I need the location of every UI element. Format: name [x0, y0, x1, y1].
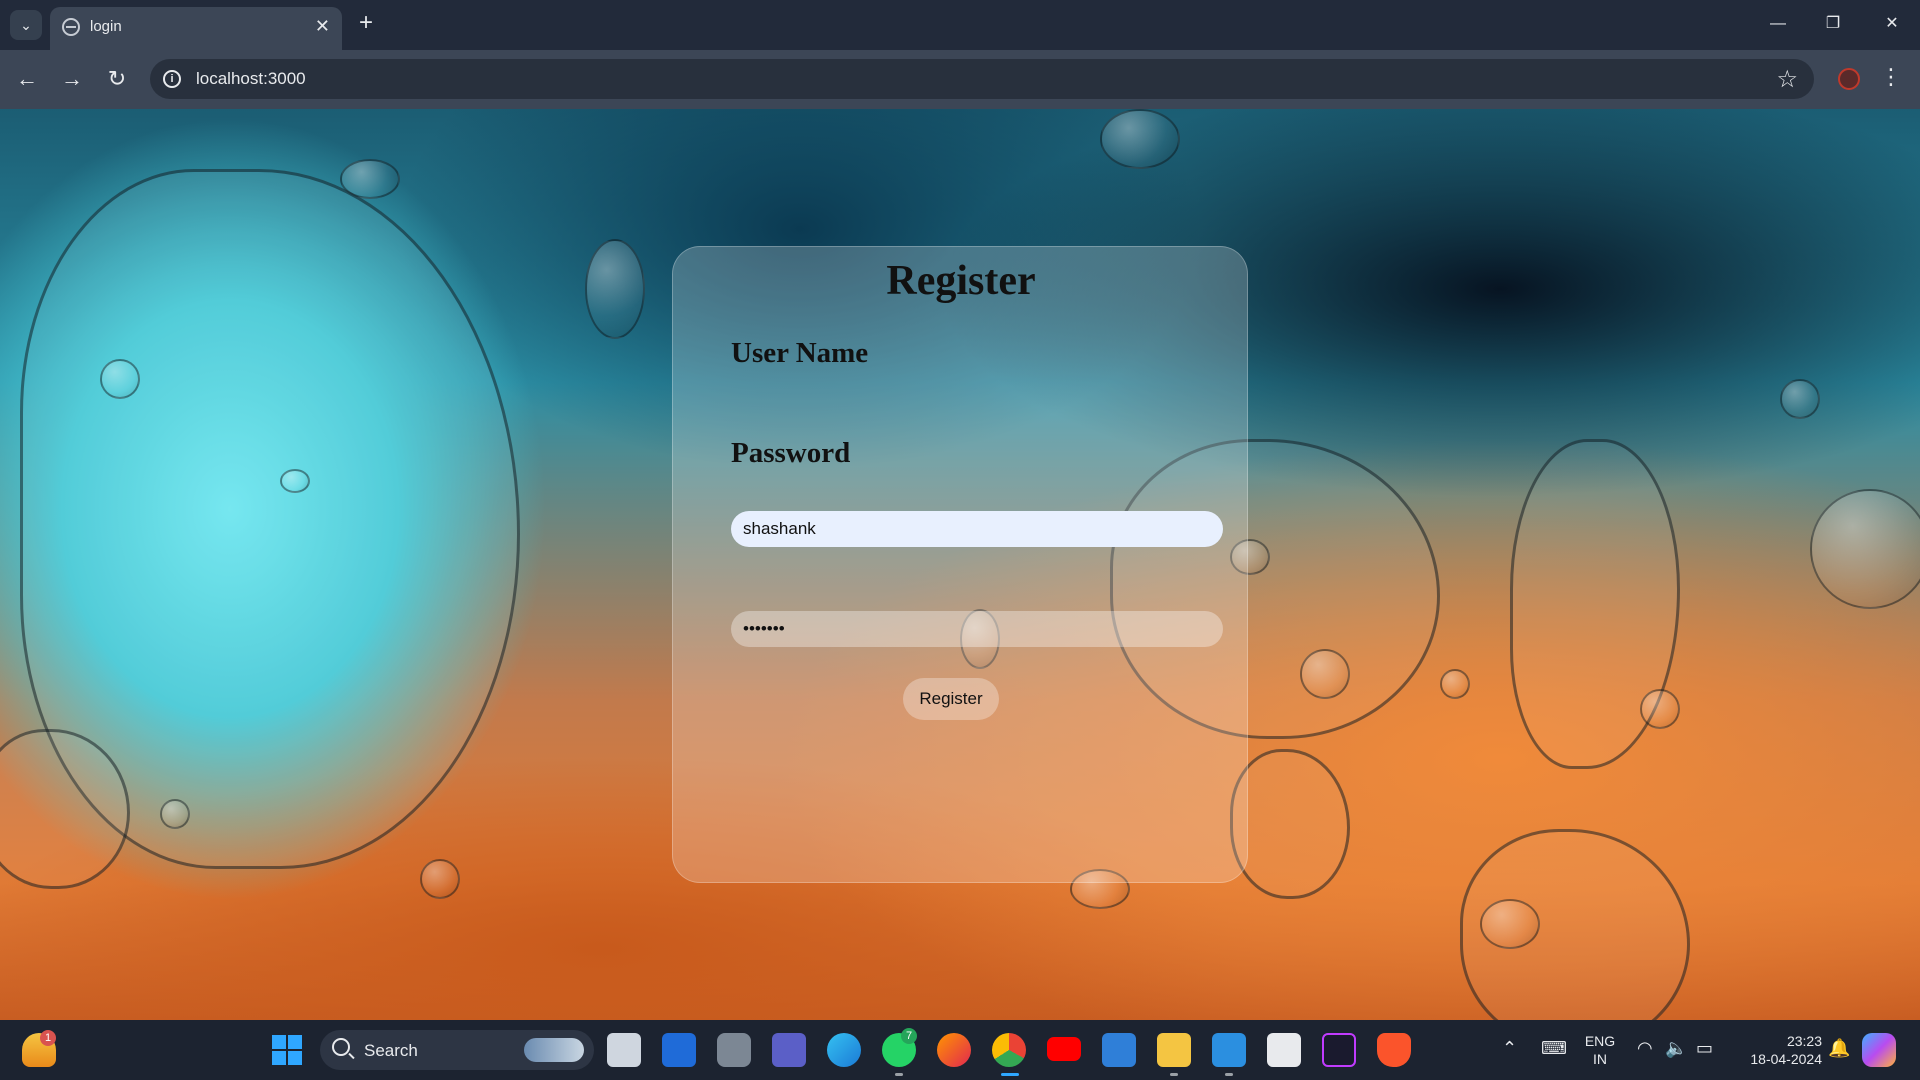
youtube-icon[interactable] [1047, 1037, 1081, 1061]
windows-taskbar: 1 Search 7 ⌃ ⌨ ENG IN ◠ 🔈 ▭ 23:23 18-04-… [0, 1020, 1920, 1080]
teams-icon[interactable] [772, 1033, 806, 1067]
page-title: Register [886, 258, 1036, 304]
background-drop [420, 859, 460, 899]
brave-icon[interactable] [1377, 1033, 1411, 1067]
register-button[interactable]: Register [903, 678, 999, 720]
extension-icon[interactable] [1838, 68, 1860, 90]
background-drop [1300, 649, 1350, 699]
language-indicator[interactable]: ENG IN [1580, 1032, 1620, 1068]
notepad-icon[interactable] [1102, 1033, 1136, 1067]
windows-start-icon[interactable] [272, 1035, 302, 1065]
task-view-icon[interactable] [607, 1033, 641, 1067]
clock-date: 18-04-2024 [1750, 1051, 1822, 1067]
background-drop [1480, 899, 1540, 949]
info-icon[interactable]: i [163, 70, 181, 88]
running-indicator [1170, 1073, 1178, 1076]
restore-button[interactable]: ❐ [1813, 10, 1853, 38]
tab-title: login [90, 18, 122, 35]
new-tab-button[interactable]: + [352, 10, 380, 38]
microsoft-store-icon[interactable] [1267, 1033, 1301, 1067]
forward-button[interactable]: → [57, 64, 87, 94]
whatsapp-badge: 7 [901, 1028, 917, 1044]
username-label: User Name [731, 337, 869, 369]
register-card: Register User Name Password Register [672, 246, 1248, 883]
url-text[interactable]: localhost:3000 [196, 69, 306, 89]
running-indicator [1225, 1073, 1233, 1076]
reload-button[interactable]: ↻ [102, 64, 132, 94]
search-highlight-image [524, 1038, 584, 1062]
chevron-up-icon[interactable]: ⌃ [1502, 1038, 1517, 1059]
running-indicator [1001, 1073, 1019, 1076]
vscode-icon[interactable] [1212, 1033, 1246, 1067]
browser-tab-login[interactable]: login ✕ [50, 7, 342, 50]
notification-badge: 1 [40, 1030, 56, 1046]
background-drop [280, 469, 310, 493]
clock-time: 23:23 [1786, 1033, 1822, 1049]
minimize-button[interactable]: — [1758, 10, 1798, 38]
volume-icon[interactable]: 🔈 [1665, 1038, 1687, 1059]
background-drop [1100, 109, 1180, 169]
region-code: IN [1593, 1051, 1607, 1067]
password-label: Password [731, 437, 851, 469]
wifi-icon[interactable]: ◠ [1637, 1038, 1653, 1059]
kebab-menu-icon[interactable]: ⋮ [1880, 64, 1902, 90]
page-viewport: Register User Name Password Register [0, 109, 1920, 1020]
bookmark-star-icon[interactable]: ☆ [1776, 65, 1798, 94]
clock[interactable]: 23:23 18-04-2024 [1736, 1032, 1822, 1068]
password-field[interactable] [731, 611, 1223, 647]
background-drop [160, 799, 190, 829]
background-drop [100, 359, 140, 399]
chevron-down-icon: ⌄ [20, 16, 32, 33]
tab-search-button[interactable]: ⌄ [10, 10, 42, 40]
battery-icon[interactable]: ▭ [1696, 1038, 1713, 1059]
globe-icon [62, 18, 80, 36]
background-drop [1810, 489, 1920, 609]
intellij-icon[interactable] [1322, 1033, 1356, 1067]
camera-icon[interactable] [717, 1033, 751, 1067]
running-indicator [895, 1073, 903, 1076]
browser-toolbar: ← → ↻ i localhost:3000 ☆ ⋮ [0, 50, 1920, 109]
dropbox-icon[interactable] [662, 1033, 696, 1067]
background-drop [1780, 379, 1820, 419]
chrome-icon[interactable] [992, 1033, 1026, 1067]
edge-icon[interactable] [827, 1033, 861, 1067]
taskbar-search-label: Search [364, 1041, 418, 1060]
firefox-icon[interactable] [937, 1033, 971, 1067]
back-button[interactable]: ← [12, 64, 42, 94]
copilot-icon[interactable] [1862, 1033, 1896, 1067]
file-explorer-icon[interactable] [1157, 1033, 1191, 1067]
background-drop [340, 159, 400, 199]
background-drop [1440, 669, 1470, 699]
background-drop [1230, 749, 1350, 899]
close-icon[interactable]: ✕ [315, 16, 330, 36]
search-icon [332, 1038, 350, 1056]
taskbar-search[interactable]: Search [320, 1030, 594, 1070]
background-drop [1640, 689, 1680, 729]
notification-bell-icon[interactable]: 🔔 [1828, 1038, 1850, 1059]
address-bar[interactable]: i localhost:3000 ☆ [150, 59, 1814, 99]
background-drop [585, 239, 645, 339]
language-code: ENG [1584, 1033, 1616, 1049]
browser-tab-strip: ⌄ login ✕ + — ❐ ✕ [0, 0, 1920, 50]
username-field[interactable] [731, 511, 1223, 547]
keyboard-icon[interactable]: ⌨ [1541, 1038, 1567, 1059]
close-window-button[interactable]: ✕ [1872, 10, 1912, 38]
